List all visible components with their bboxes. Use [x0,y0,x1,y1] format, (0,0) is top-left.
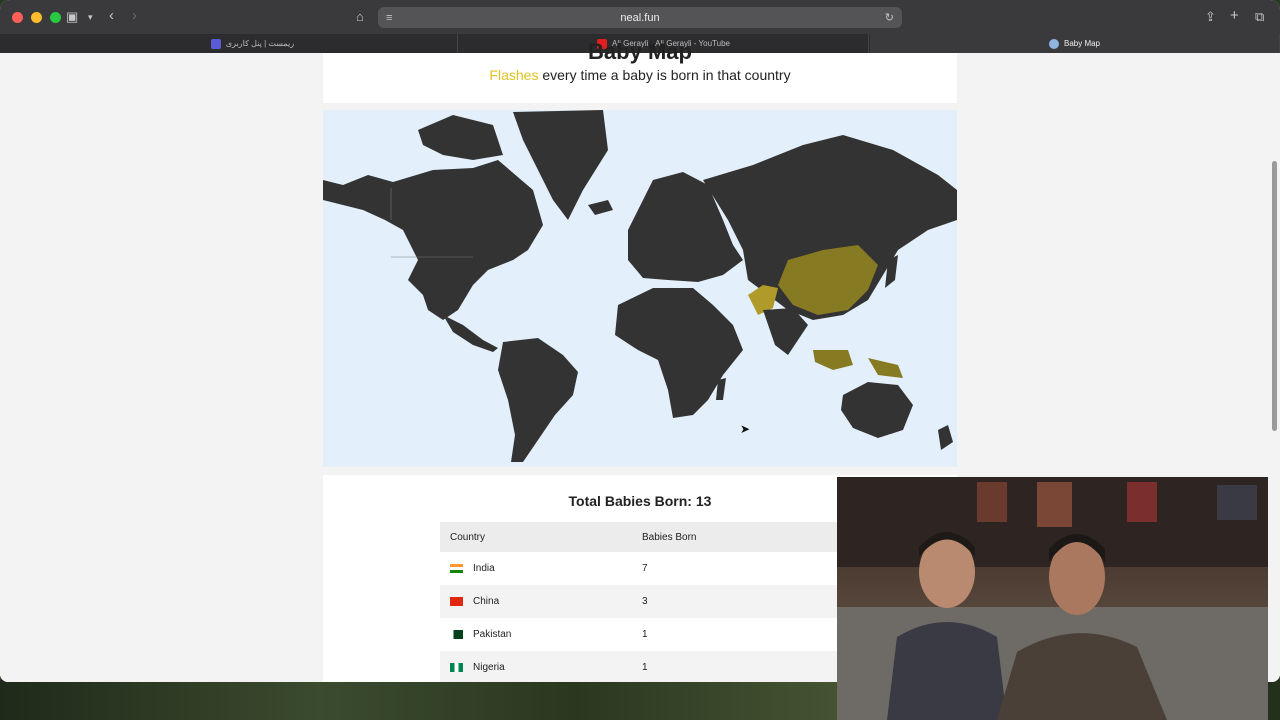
sidebar-toggle-icon[interactable]: ▣ [66,9,78,25]
country-column-header: Country [450,531,486,543]
north-america[interactable] [323,160,543,320]
south-america[interactable] [498,338,578,462]
babies-count: 3 [642,596,648,607]
table-row: Nigeria 1 [440,651,860,682]
webcam-overlay [837,477,1268,720]
table-header-row: Country Babies Born [440,522,860,552]
tab-overview-icon[interactable]: ⧉ [1255,9,1264,25]
table-row: China 3 [440,585,860,618]
webcam-scene [837,477,1268,720]
australia[interactable] [841,382,913,438]
babies-count: 7 [642,563,648,574]
table-row: India 7 [440,552,860,585]
babies-count: 1 [642,629,648,640]
world-map[interactable]: ➤ [323,110,957,467]
remast-favicon-icon [210,38,221,49]
iceland [588,200,613,215]
country-name: China [473,596,500,607]
babies-column-header: Babies Born [642,531,697,543]
close-window-button[interactable] [12,11,23,23]
address-bar[interactable]: ≡ neal.fun ↻ [378,7,902,28]
page-title: Baby Map [588,39,692,64]
central-america[interactable] [443,315,498,352]
window-controls [12,11,61,23]
babies-table: Country Babies Born India 7 China 3 Paki… [440,522,860,682]
tab-label: ریمست | پنل کاربری [225,39,295,48]
zoom-window-button[interactable] [50,11,61,23]
india-flag-icon [450,564,463,573]
browser-toolbar: ▣ ▾ ‹ › ⌂ ≡ neal.fun ↻ ⇪ + ⧉ [0,0,1280,34]
nigeria-flag-icon [450,663,463,672]
page-scrollbar[interactable] [1272,161,1277,431]
share-icon[interactable]: ⇪ [1205,9,1216,25]
page-subtitle: Flashes every time a baby is born in tha… [323,67,957,83]
cursor-icon: ➤ [740,422,751,436]
page-menu-icon[interactable]: ≡ [386,12,392,24]
southeast-asia-islands[interactable] [813,350,903,378]
forward-icon[interactable]: › [132,7,137,24]
new-tab-icon[interactable]: + [1230,7,1239,24]
header-card: Baby Map Flashes every time a baby is bo… [323,39,957,103]
world-map-svg [323,110,957,462]
country-name: Nigeria [473,662,505,673]
arctic-islands [418,115,503,160]
url-text: neal.fun [620,11,660,24]
babies-count: 1 [642,662,648,673]
reload-icon[interactable]: ↻ [885,11,894,24]
home-icon[interactable]: ⌂ [356,9,364,24]
subtitle-rest: every time a baby is born in that countr… [538,67,791,83]
baby-map-favicon-icon [1048,38,1059,49]
country-name: India [473,563,495,574]
back-icon[interactable]: ‹ [109,7,114,24]
minimize-window-button[interactable] [31,11,42,23]
africa[interactable] [615,288,743,418]
country-name: Pakistan [473,629,512,640]
new-zealand [938,425,953,450]
table-row: Pakistan 1 [440,618,860,651]
pakistan-flag-icon [450,630,463,639]
subtitle-highlight: Flashes [489,67,539,83]
tab-label: Baby Map [1063,39,1101,48]
chevron-down-icon[interactable]: ▾ [88,12,93,23]
china-flag-icon [450,597,463,606]
